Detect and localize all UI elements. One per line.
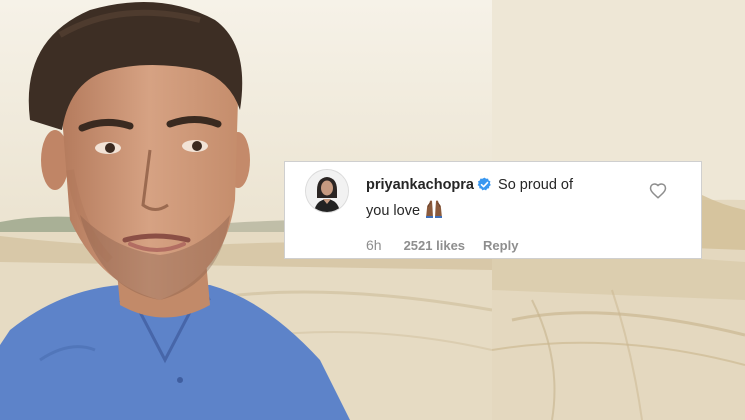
reply-button[interactable]: Reply — [483, 238, 518, 253]
verified-badge-icon — [477, 177, 492, 199]
instagram-comment-card: priyankachopra So proud of you love 6h 2… — [284, 161, 702, 259]
heart-icon — [649, 183, 667, 199]
raising-hands-emoji — [424, 199, 444, 226]
avatar-portrait — [306, 170, 348, 212]
comment-likes-count[interactable]: 2521 likes — [404, 238, 465, 253]
comment-username[interactable]: priyankachopra — [366, 177, 474, 193]
comment-text-line2: you love — [366, 203, 421, 219]
comment-text: priyankachopra So proud of you love — [366, 174, 636, 226]
like-heart-button[interactable] — [649, 182, 667, 200]
comment-text-line1: So proud of — [498, 177, 574, 193]
comment-meta: 6h 2521 likes Reply — [366, 237, 518, 253]
comment-timestamp[interactable]: 6h — [366, 237, 382, 253]
avatar[interactable] — [306, 170, 348, 212]
